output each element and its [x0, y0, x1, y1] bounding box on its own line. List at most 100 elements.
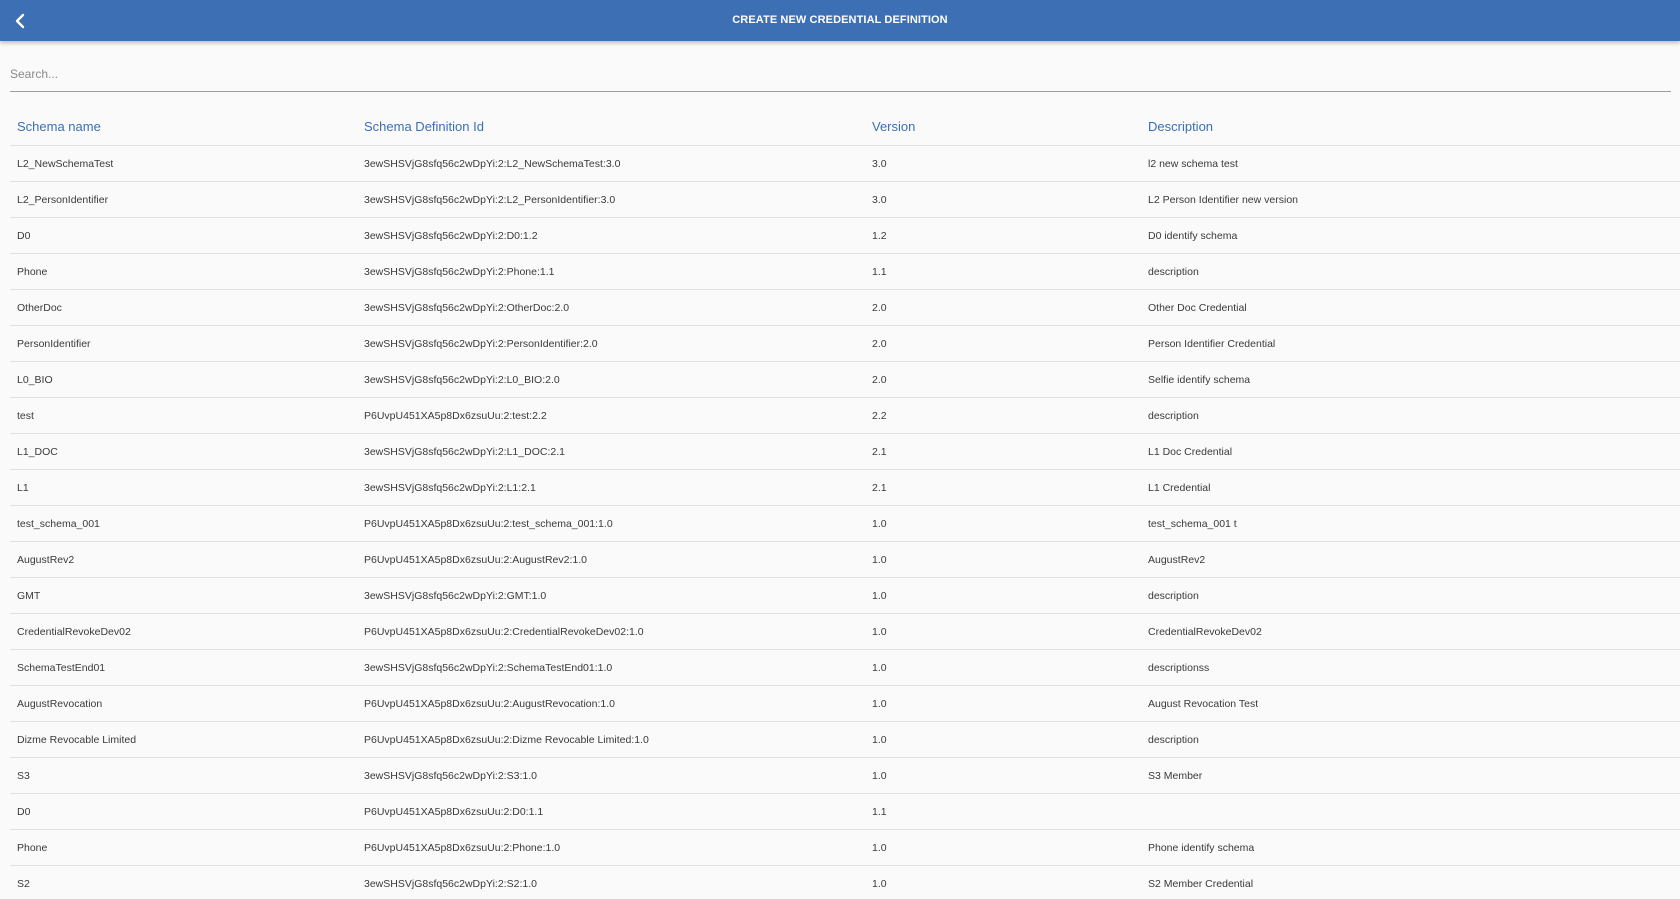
cell-description: L2 Person Identifier new version [1141, 181, 1680, 218]
cell-schema-name: Phone [10, 253, 357, 290]
cell-description: Other Doc Credential [1141, 289, 1680, 326]
column-header-schema-definition-id[interactable]: Schema Definition Id [357, 107, 865, 146]
cell-description: description [1141, 253, 1680, 290]
cell-schema-definition-id: 3ewSHSVjG8sfq56c2wDpYi:2:PersonIdentifie… [357, 325, 865, 362]
cell-description: Person Identifier Credential [1141, 325, 1680, 362]
cell-description: August Revocation Test [1141, 685, 1680, 722]
cell-schema-name: S2 [10, 865, 357, 899]
cell-version: 2.2 [865, 397, 1141, 434]
cell-schema-name: S3 [10, 757, 357, 794]
cell-version: 2.1 [865, 433, 1141, 470]
cell-schema-definition-id: 3ewSHSVjG8sfq56c2wDpYi:2:S2:1.0 [357, 865, 865, 899]
cell-schema-definition-id: P6UvpU451XA5p8Dx6zsuUu:2:D0:1.1 [357, 793, 865, 830]
cell-schema-name: GMT [10, 577, 357, 614]
cell-schema-name: Phone [10, 829, 357, 866]
cell-schema-name: L2_NewSchemaTest [10, 145, 357, 182]
cell-version: 2.1 [865, 469, 1141, 506]
cell-schema-definition-id: P6UvpU451XA5p8Dx6zsuUu:2:Phone:1.0 [357, 829, 865, 866]
cell-description: AugustRev2 [1141, 541, 1680, 578]
cell-description: description [1141, 397, 1680, 434]
cell-schema-definition-id: 3ewSHSVjG8sfq56c2wDpYi:2:S3:1.0 [357, 757, 865, 794]
cell-version: 1.0 [865, 829, 1141, 866]
cell-version: 1.0 [865, 721, 1141, 758]
table-row[interactable]: Phone 3ewSHSVjG8sfq56c2wDpYi:2:Phone:1.1 1… [10, 253, 1680, 290]
table-row[interactable]: CredentialRevokeDev02 P6UvpU451XA5p8Dx6zs… [10, 613, 1680, 650]
table-row[interactable]: L1 3ewSHSVjG8sfq56c2wDpYi:2:L1:2.1 2.1 L1 C… [10, 469, 1680, 506]
table-body: L2_NewSchemaTest 3ewSHSVjG8sfq56c2wDpYi:2… [10, 145, 1680, 899]
cell-version: 1.0 [865, 685, 1141, 722]
cell-description: descriptionss [1141, 649, 1680, 686]
table-row[interactable]: SchemaTestEnd01 3ewSHSVjG8sfq56c2wDpYi:2:… [10, 649, 1680, 686]
table-row[interactable]: PersonIdentifier 3ewSHSVjG8sfq56c2wDpYi:2… [10, 325, 1680, 362]
cell-schema-name: D0 [10, 793, 357, 830]
cell-schema-name: test [10, 397, 357, 434]
cell-schema-definition-id: 3ewSHSVjG8sfq56c2wDpYi:2:GMT:1.0 [357, 577, 865, 614]
cell-description [1141, 793, 1680, 830]
table-row[interactable]: L2_NewSchemaTest 3ewSHSVjG8sfq56c2wDpYi:2… [10, 145, 1680, 182]
app-header: CREATE NEW CREDENTIAL DEFINITION [0, 0, 1680, 41]
cell-description: l2 new schema test [1141, 145, 1680, 182]
cell-schema-definition-id: 3ewSHSVjG8sfq56c2wDpYi:2:L0_BIO:2.0 [357, 361, 865, 398]
cell-version: 1.0 [865, 757, 1141, 794]
cell-version: 1.0 [865, 505, 1141, 542]
column-header-description[interactable]: Description [1141, 107, 1680, 146]
table-row[interactable]: AugustRev2 P6UvpU451XA5p8Dx6zsuUu:2:Augus… [10, 541, 1680, 578]
table-row[interactable]: L2_PersonIdentifier 3ewSHSVjG8sfq56c2wDpY… [10, 181, 1680, 218]
table-row[interactable]: S3 3ewSHSVjG8sfq56c2wDpYi:2:S3:1.0 1.0 S3 M… [10, 757, 1680, 794]
cell-description: S3 Member [1141, 757, 1680, 794]
table-row[interactable]: test P6UvpU451XA5p8Dx6zsuUu:2:test:2.2 2.2… [10, 397, 1680, 434]
cell-schema-definition-id: P6UvpU451XA5p8Dx6zsuUu:2:test:2.2 [357, 397, 865, 434]
cell-schema-definition-id: P6UvpU451XA5p8Dx6zsuUu:2:CredentialRevok… [357, 613, 865, 650]
cell-description: L1 Credential [1141, 469, 1680, 506]
cell-version: 1.0 [865, 649, 1141, 686]
table-row[interactable]: L1_DOC 3ewSHSVjG8sfq56c2wDpYi:2:L1_DOC:2.… [10, 433, 1680, 470]
table-row[interactable]: S2 3ewSHSVjG8sfq56c2wDpYi:2:S2:1.0 1.0 S2 M… [10, 865, 1680, 899]
cell-schema-definition-id: P6UvpU451XA5p8Dx6zsuUu:2:AugustRev2:1.0 [357, 541, 865, 578]
cell-schema-name: SchemaTestEnd01 [10, 649, 357, 686]
cell-schema-name: L0_BIO [10, 361, 357, 398]
cell-schema-name: L1_DOC [10, 433, 357, 470]
table-row[interactable]: L0_BIO 3ewSHSVjG8sfq56c2wDpYi:2:L0_BIO:2.… [10, 361, 1680, 398]
cell-version: 3.0 [865, 181, 1141, 218]
cell-version: 1.0 [865, 613, 1141, 650]
cell-description: Selfie identify schema [1141, 361, 1680, 398]
main-content: Schema name Schema Definition Id Version… [0, 41, 1680, 899]
table-row[interactable]: Phone P6UvpU451XA5p8Dx6zsuUu:2:Phone:1.0 1… [10, 829, 1680, 866]
cell-version: 2.0 [865, 325, 1141, 362]
table-row[interactable]: AugustRevocation P6UvpU451XA5p8Dx6zsuUu:2… [10, 685, 1680, 722]
column-header-schema-name[interactable]: Schema name [10, 107, 357, 146]
cell-version: 1.0 [865, 541, 1141, 578]
cell-schema-name: OtherDoc [10, 289, 357, 326]
cell-schema-name: AugustRevocation [10, 685, 357, 722]
cell-description: Phone identify schema [1141, 829, 1680, 866]
cell-schema-definition-id: 3ewSHSVjG8sfq56c2wDpYi:2:L2_NewSchemaTes… [357, 145, 865, 182]
table-header-row: Schema name Schema Definition Id Version… [10, 107, 1680, 146]
cell-version: 2.0 [865, 289, 1141, 326]
cell-schema-name: L2_PersonIdentifier [10, 181, 357, 218]
cell-description: description [1141, 721, 1680, 758]
cell-schema-name: PersonIdentifier [10, 325, 357, 362]
table-row[interactable]: D0 P6UvpU451XA5p8Dx6zsuUu:2:D0:1.1 1.1 [10, 793, 1680, 830]
cell-description: L1 Doc Credential [1141, 433, 1680, 470]
cell-version: 1.0 [865, 577, 1141, 614]
cell-version: 1.0 [865, 865, 1141, 899]
table-row[interactable]: OtherDoc 3ewSHSVjG8sfq56c2wDpYi:2:OtherDo… [10, 289, 1680, 326]
column-header-version[interactable]: Version [865, 107, 1141, 146]
search-input[interactable] [10, 58, 1671, 90]
cell-schema-definition-id: 3ewSHSVjG8sfq56c2wDpYi:2:SchemaTestEnd01… [357, 649, 865, 686]
cell-version: 1.2 [865, 217, 1141, 254]
cell-schema-name: CredentialRevokeDev02 [10, 613, 357, 650]
cell-schema-name: test_schema_001 [10, 505, 357, 542]
table-row[interactable]: test_schema_001 P6UvpU451XA5p8Dx6zsuUu:2:… [10, 505, 1680, 542]
cell-description: test_schema_001 t [1141, 505, 1680, 542]
schema-table: Schema name Schema Definition Id Version… [10, 107, 1680, 899]
table-row[interactable]: GMT 3ewSHSVjG8sfq56c2wDpYi:2:GMT:1.0 1.0 de… [10, 577, 1680, 614]
cell-description: CredentialRevokeDev02 [1141, 613, 1680, 650]
table-row[interactable]: D0 3ewSHSVjG8sfq56c2wDpYi:2:D0:1.2 1.2 D0 i… [10, 217, 1680, 254]
cell-schema-definition-id: P6UvpU451XA5p8Dx6zsuUu:2:AugustRevocatio… [357, 685, 865, 722]
cell-schema-name: L1 [10, 469, 357, 506]
cell-description: description [1141, 577, 1680, 614]
cell-schema-definition-id: 3ewSHSVjG8sfq56c2wDpYi:2:Phone:1.1 [357, 253, 865, 290]
cell-description: D0 identify schema [1141, 217, 1680, 254]
table-row[interactable]: Dizme Revocable Limited P6UvpU451XA5p8Dx6… [10, 721, 1680, 758]
